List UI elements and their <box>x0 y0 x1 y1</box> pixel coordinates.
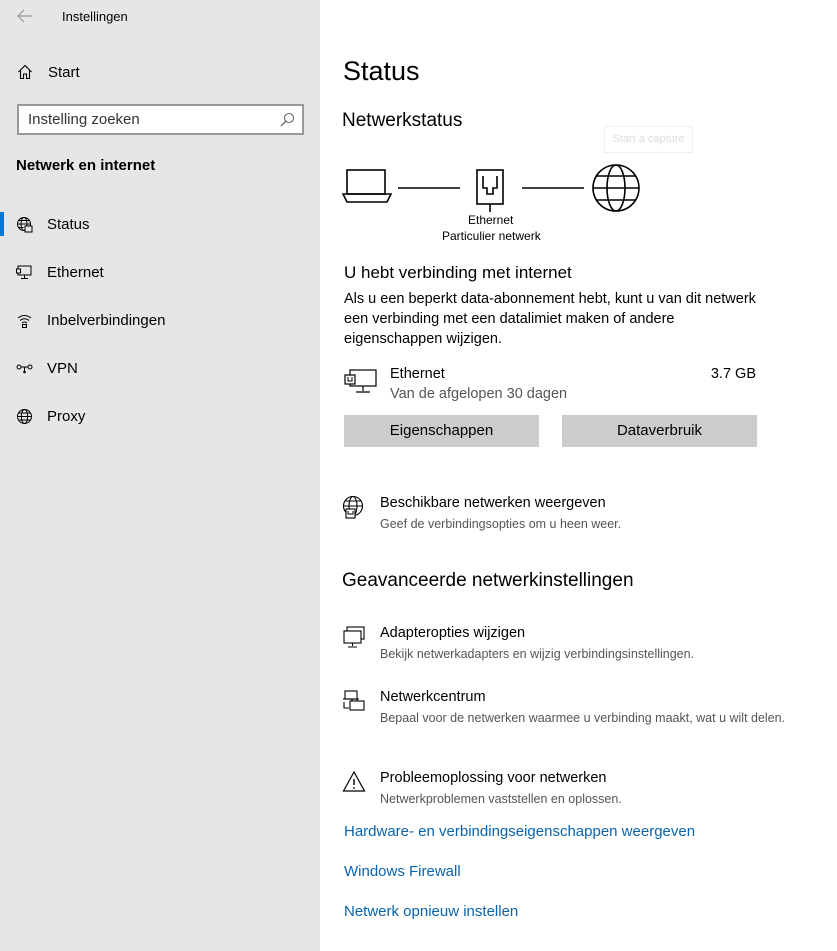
ethernet-icon <box>16 265 32 279</box>
network-center-icon <box>343 690 365 711</box>
sidebar-item-vpn[interactable]: VPN <box>0 348 320 388</box>
hardware-properties-link[interactable]: Hardware- en verbindingseigenschappen we… <box>344 823 695 840</box>
sidebar-item-label: Inbelverbindingen <box>47 312 166 329</box>
laptop-icon <box>342 169 393 203</box>
vpn-icon <box>16 364 33 374</box>
sidebar-item-home[interactable]: Start <box>0 58 320 88</box>
item-title: Adapteropties wijzigen <box>380 625 526 641</box>
network-reset-link[interactable]: Netwerk opnieuw instellen <box>344 903 518 920</box>
network-diagram-graphic <box>342 164 640 212</box>
network-status-heading: Netwerkstatus <box>342 110 463 131</box>
ethernet-name: Ethernet <box>390 366 445 382</box>
home-icon <box>18 64 32 80</box>
ethernet-period: Van de afgelopen 30 dagen <box>390 386 568 402</box>
globe-icon <box>17 409 32 424</box>
item-subtitle: Bepaal voor de netwerken waarmee u verbi… <box>380 711 786 725</box>
sidebar-item-label: VPN <box>47 360 78 377</box>
item-title: Beschikbare netwerken weergeven <box>380 495 606 511</box>
windows-firewall-link[interactable]: Windows Firewall <box>344 863 461 880</box>
network-diagram: Ethernet Particulier netwerk <box>342 160 652 250</box>
item-title: Netwerkcentrum <box>380 689 486 705</box>
advanced-heading: Geavanceerde netwerkinstellingen <box>342 570 634 591</box>
item-subtitle: Geef de verbindingsopties om u heen weer… <box>380 517 622 531</box>
item-title: Probleemoplossing voor netwerken <box>380 770 607 786</box>
title-bar: Instellingen <box>0 0 320 34</box>
back-button[interactable] <box>14 6 36 26</box>
item-subtitle: Netwerkproblemen vaststellen en oplossen… <box>380 792 622 806</box>
ethernet-usage-row: Ethernet Van de afgelopen 30 dagen 3.7 G… <box>344 365 756 405</box>
search-input[interactable] <box>19 106 269 133</box>
ethernet-usage: 3.7 GB <box>710 366 756 382</box>
warning-icon <box>342 770 366 792</box>
page-title: Status <box>343 56 420 86</box>
selection-indicator <box>0 212 4 236</box>
adapter-icon <box>343 626 365 648</box>
ethernet-port-icon <box>476 169 504 212</box>
internet-globe-icon <box>592 164 640 212</box>
connection-description: Als u een beperkt data-abonnement hebt, … <box>344 291 756 347</box>
app-title: Instellingen <box>62 9 128 24</box>
sidebar-item-dialup[interactable]: Inbelverbindingen <box>0 300 320 340</box>
search-box[interactable] <box>17 104 304 135</box>
data-usage-button[interactable]: Dataverbruik <box>562 415 757 447</box>
network-globe-icon <box>342 495 364 519</box>
ethernet-icon <box>344 369 377 393</box>
diagram-network-label: Particulier netwerk <box>442 229 541 243</box>
sidebar-section-title: Netwerk en internet <box>16 157 156 174</box>
sidebar-item-label: Proxy <box>47 408 86 425</box>
sidebar-item-status[interactable]: Status <box>0 204 320 244</box>
properties-button[interactable]: Eigenschappen <box>344 415 539 447</box>
sidebar-item-proxy[interactable]: Proxy <box>0 396 320 436</box>
dialup-icon <box>17 315 32 328</box>
capture-hint: Start a capture <box>604 126 693 153</box>
sidebar-item-ethernet[interactable]: Ethernet <box>0 252 320 292</box>
diagram-device-label: Ethernet <box>468 213 514 227</box>
back-arrow-icon <box>17 9 32 23</box>
connection-title: U hebt verbinding met internet <box>344 263 572 282</box>
home-label: Start <box>48 64 80 81</box>
search-icon[interactable] <box>280 112 295 127</box>
main-content: Status Netwerkstatus Start a capture Eth… <box>320 0 837 951</box>
sidebar-item-label: Status <box>47 216 90 233</box>
item-subtitle: Bekijk netwerkadapters en wijzig verbind… <box>380 647 695 661</box>
sidebar: Instellingen Start Netwerk en internet S… <box>0 0 320 951</box>
sidebar-item-label: Ethernet <box>47 264 104 281</box>
status-globe-icon <box>17 217 33 233</box>
